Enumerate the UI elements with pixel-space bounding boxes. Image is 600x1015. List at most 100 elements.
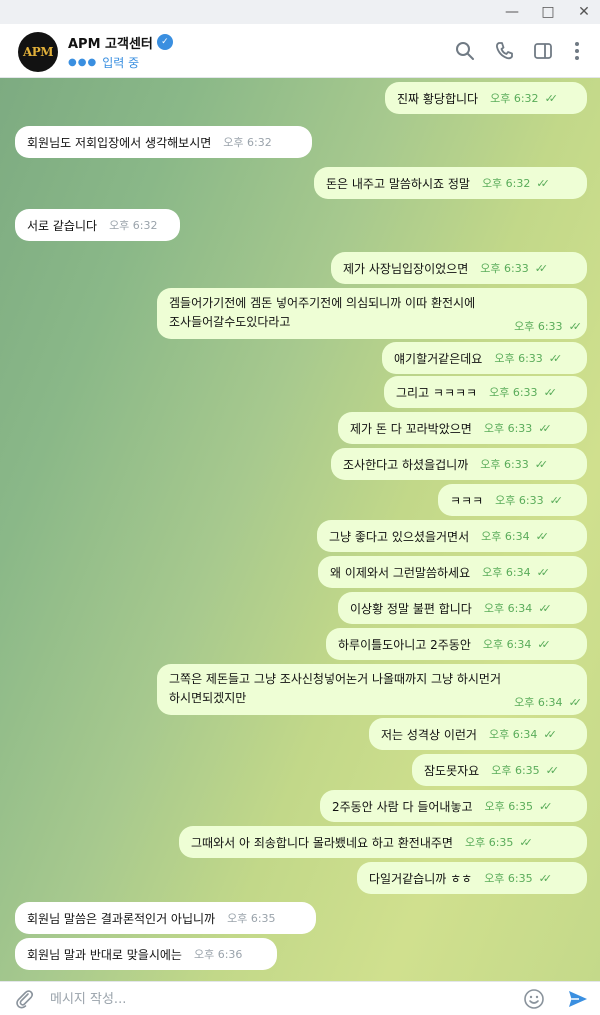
message-text: 얘기할거같은데요 [394, 351, 483, 366]
avatar[interactable]: APM [18, 32, 58, 72]
message-bubble-outgoing[interactable]: 다일거같습니까 ㅎㅎ 오후 6:35 ✓✓ [357, 862, 587, 894]
message-time: 오후 6:32 [490, 92, 539, 105]
message-meta: 오후 6:35 ✓✓ [464, 834, 533, 850]
message-meta: 오후 6:33 ✓✓ [480, 456, 549, 472]
message-time: 오후 6:35 [464, 836, 514, 849]
message-meta: 오후 6:34 ✓✓ [481, 528, 550, 544]
read-checkmarks-icon: ✓✓ [538, 602, 552, 615]
message-bubble-outgoing[interactable]: 하루이틀도아니고 2주동안 오후 6:34 ✓✓ [326, 628, 587, 660]
message-bubble-outgoing[interactable]: 조사한다고 하셨을겁니까 오후 6:33 ✓✓ [331, 448, 587, 480]
send-icon[interactable] [566, 987, 590, 1011]
read-checkmarks-icon: ✓✓ [543, 728, 557, 741]
read-checkmarks-icon: ✓✓ [536, 566, 551, 579]
sidebar-toggle-icon[interactable] [530, 38, 556, 64]
message-meta: 오후 6:33 ✓✓ [494, 350, 562, 366]
message-time: 오후 6:33 [480, 262, 529, 275]
message-text: 그때와서 아 죄송합니다 몰라뵀네요 하고 환전내주면 [191, 835, 453, 850]
message-time: 오후 6:34 [481, 530, 530, 543]
message-text: ㅋㅋㅋ [450, 493, 484, 508]
message-text: 돈은 내주고 말씀하시죠 정말 [326, 176, 470, 191]
chat-title-row[interactable]: APM 고객센터 ✓ [68, 33, 173, 52]
message-bubble-incoming[interactable]: 회원님도 저회입장에서 생각해보시면 오후 6:32 [15, 126, 312, 158]
message-meta: 오후 6:32 ✓✓ [490, 90, 558, 106]
message-bubble-outgoing[interactable]: 왜 이제와서 그런말씀하세요 오후 6:34 ✓✓ [318, 556, 587, 588]
message-text: 저는 성격상 이런거 [381, 727, 477, 742]
message-meta: 오후 6:32 ✓✓ [481, 175, 550, 191]
phone-icon[interactable] [491, 38, 517, 64]
message-bubble-outgoing[interactable]: 그리고 ㅋㅋㅋㅋ 오후 6:33 ✓✓ [384, 376, 587, 408]
message-bubble-outgoing[interactable]: 얘기할거같은데요 오후 6:33 ✓✓ [382, 342, 587, 374]
message-time: 오후 6:35 [227, 912, 276, 925]
window-titlebar: — □ ✕ [0, 0, 600, 24]
read-checkmarks-icon: ✓✓ [535, 530, 550, 543]
message-bubble-incoming[interactable]: 서로 같습니다 오후 6:32 [15, 209, 180, 241]
message-bubble-outgoing[interactable]: 돈은 내주고 말씀하시죠 정말 오후 6:32 ✓✓ [314, 167, 587, 199]
maximize-icon[interactable]: □ [530, 0, 566, 24]
message-time: 오후 6:33 [480, 458, 529, 471]
message-bubble-outgoing[interactable]: 잠도못자요 오후 6:35 ✓✓ [412, 754, 587, 786]
message-meta: 오후 6:34 ✓✓ [483, 600, 552, 616]
message-time: 오후 6:35 [484, 872, 533, 885]
more-vertical-icon[interactable] [564, 38, 590, 64]
message-composer [0, 981, 600, 1015]
read-checkmarks-icon: ✓✓ [543, 386, 558, 399]
paperclip-icon[interactable] [12, 987, 36, 1011]
typing-status-label: 입력 중 [102, 55, 140, 70]
message-meta: 오후 6:33 ✓✓ [514, 318, 583, 334]
message-meta: 오후 6:34 ✓✓ [514, 694, 582, 710]
message-meta: 오후 6:35 ✓✓ [484, 870, 553, 886]
message-text: 하루이틀도아니고 2주동안 [338, 637, 471, 652]
chat-title: APM 고객센터 [68, 36, 153, 52]
message-time: 오후 6:33 [495, 494, 544, 507]
message-text: 그리고 ㅋㅋㅋㅋ [396, 385, 478, 400]
message-list[interactable]: 진짜 황당합니다 오후 6:32 ✓✓ 회원님도 저회입장에서 생각해보시면 오후 6:… [0, 78, 600, 981]
message-time: 오후 6:34 [483, 602, 533, 615]
message-bubble-outgoing[interactable]: 진짜 황당합니다 오후 6:32 ✓✓ [385, 82, 587, 114]
message-time: 오후 6:32 [481, 177, 531, 190]
message-text: 다일거같습니까 ㅎㅎ [369, 871, 473, 886]
message-meta: 오후 6:35 ✓✓ [491, 762, 559, 778]
message-text: 그냥 좋다고 있으셨을거면서 [329, 529, 470, 544]
message-text: 회원님도 저회입장에서 생각해보시면 [27, 135, 212, 150]
message-bubble-outgoing[interactable]: 그때와서 아 죄송합니다 몰라뵀네요 하고 환전내주면 오후 6:35 ✓✓ [179, 826, 587, 858]
minimize-icon[interactable]: — [494, 0, 530, 24]
message-meta: 오후 6:36 [194, 946, 242, 962]
read-checkmarks-icon: ✓✓ [534, 458, 549, 471]
message-bubble-outgoing[interactable]: ㅋㅋㅋ 오후 6:33 ✓✓ [438, 484, 587, 516]
message-bubble-outgoing[interactable]: 그쪽은 제돈들고 그냥 조사신청넣어논거 나올때까지 그냥 하시먼거 하시면되겠지… [157, 664, 587, 715]
message-bubble-incoming[interactable]: 회원님 말과 반대로 맞을시에는 오후 6:36 [15, 938, 277, 970]
message-bubble-outgoing[interactable]: 2주동안 사람 다 들어내놓고 오후 6:35 ✓✓ [320, 790, 587, 822]
message-meta: 오후 6:35 ✓✓ [485, 798, 553, 814]
message-bubble-outgoing[interactable]: 그냥 좋다고 있으셨을거면서 오후 6:34 ✓✓ [317, 520, 587, 552]
message-input[interactable] [50, 987, 500, 1011]
read-checkmarks-icon: ✓✓ [538, 872, 553, 885]
message-bubble-outgoing[interactable]: 저는 성격상 이런거 오후 6:34 ✓✓ [369, 718, 587, 750]
message-text: 회원님 말과 반대로 맞을시에는 [27, 947, 182, 962]
message-bubble-outgoing[interactable]: 제가 돈 다 꼬라박았으면 오후 6:33 ✓✓ [338, 412, 587, 444]
message-meta: 오후 6:34 ✓✓ [482, 564, 551, 580]
message-text: 이상황 정말 불편 합니다 [350, 601, 472, 616]
message-text: 잠도못자요 [424, 763, 480, 778]
message-meta: 오후 6:33 ✓✓ [495, 492, 564, 508]
read-checkmarks-icon: ✓✓ [536, 177, 550, 190]
read-checkmarks-icon: ✓✓ [538, 422, 552, 435]
emoji-icon[interactable] [522, 987, 546, 1011]
message-bubble-incoming[interactable]: 회원님 말씀은 결과론적인거 아닙니까 오후 6:35 [15, 902, 316, 934]
message-meta: 오후 6:34 ✓✓ [482, 636, 551, 652]
message-text: 2주동안 사람 다 들어내놓고 [332, 799, 473, 814]
search-icon[interactable] [452, 38, 478, 64]
message-meta: 오후 6:33 ✓✓ [480, 260, 549, 276]
message-text: 제가 사장님입장이었으면 [343, 261, 469, 276]
message-time: 오후 6:35 [491, 764, 540, 777]
read-checkmarks-icon: ✓✓ [568, 320, 583, 333]
message-bubble-outgoing[interactable]: 제가 사장님입장이었으면 오후 6:33 ✓✓ [331, 252, 587, 284]
message-meta: 오후 6:32 [223, 134, 271, 150]
read-checkmarks-icon: ✓✓ [549, 494, 564, 507]
message-bubble-outgoing[interactable]: 이상황 정말 불편 합니다 오후 6:34 ✓✓ [338, 592, 587, 624]
message-time: 오후 6:34 [482, 638, 532, 651]
read-checkmarks-icon: ✓✓ [534, 262, 549, 275]
close-icon[interactable]: ✕ [566, 0, 600, 24]
message-time: 오후 6:34 [514, 696, 563, 709]
message-time: 오후 6:36 [193, 948, 243, 961]
message-bubble-outgoing[interactable]: 겜들어가기전에 겜돈 넣어주기전에 의심되니까 이따 환전시에 조사들어갈수도있다… [157, 288, 587, 339]
